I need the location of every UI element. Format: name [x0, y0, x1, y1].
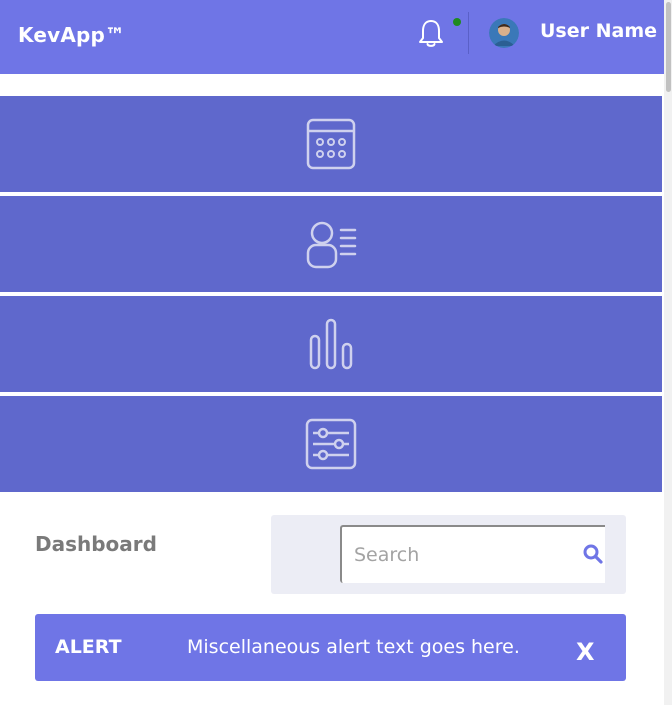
search-panel [271, 515, 626, 594]
app-brand[interactable]: KevApp™ [18, 23, 125, 47]
notification-dot [453, 18, 461, 26]
page-title: Dashboard [35, 532, 157, 556]
nav-tile-users[interactable] [0, 196, 662, 292]
sliders-icon [305, 418, 357, 470]
nav-tile-calendar[interactable] [0, 96, 662, 192]
search-box [340, 525, 605, 583]
alert-close-button[interactable]: X [576, 638, 595, 666]
page-scrollbar[interactable] [664, 0, 672, 705]
notifications-button[interactable] [414, 16, 448, 50]
bar-chart-icon [309, 318, 353, 370]
user-name-link[interactable]: User Name [540, 20, 657, 42]
avatar[interactable] [489, 18, 519, 48]
main-nav [0, 96, 662, 492]
search-input[interactable] [342, 527, 572, 583]
nav-tile-settings[interactable] [0, 396, 662, 492]
user-list-icon [306, 221, 357, 269]
calendar-icon [306, 118, 356, 170]
alert-label: ALERT [55, 636, 122, 658]
alert-message: Miscellaneous alert text goes here. [187, 636, 520, 658]
nav-tile-analytics[interactable] [0, 296, 662, 392]
user-avatar-icon [489, 18, 519, 48]
bell-icon [419, 20, 443, 47]
scrollbar-thumb[interactable] [666, 2, 671, 92]
header-divider [468, 12, 469, 54]
alert-banner: ALERT Miscellaneous alert text goes here… [35, 614, 626, 681]
top-header: KevApp™ User Name [0, 0, 664, 74]
page: KevApp™ User Name Dashboard Search ALERT… [0, 0, 672, 705]
search-icon [583, 544, 603, 564]
search-button[interactable] [582, 543, 604, 565]
